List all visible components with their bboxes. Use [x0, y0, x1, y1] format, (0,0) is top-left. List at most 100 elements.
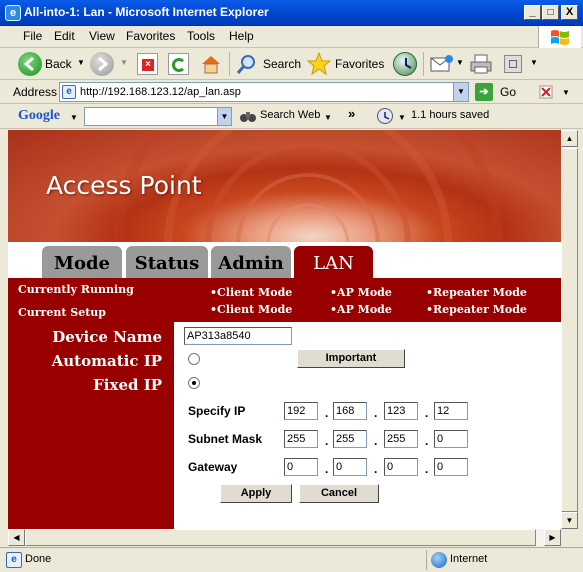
internet-zone-icon	[431, 552, 447, 568]
subnet-mask-label: Subnet Mask	[188, 432, 263, 446]
gateway-octet-3[interactable]: 0	[384, 458, 418, 476]
google-search-input[interactable]: ▼	[84, 107, 232, 126]
tab-strip: Mode Status Admin LAN	[8, 242, 561, 278]
tab-admin[interactable]: Admin	[211, 246, 291, 278]
ie-icon: e	[5, 5, 21, 21]
cancel-button[interactable]: Cancel	[299, 484, 379, 503]
gateway-octet-1[interactable]: 0	[284, 458, 318, 476]
fixed-ip-label: Fixed IP	[93, 376, 162, 394]
menu-help[interactable]: Help	[229, 29, 254, 43]
scroll-up-icon[interactable]: ▲	[561, 130, 578, 147]
automatic-ip-radio[interactable]	[188, 353, 200, 365]
page-icon: e	[62, 85, 76, 99]
vertical-scroll-thumb[interactable]	[561, 148, 578, 512]
clock-dropdown-icon[interactable]: ▼	[398, 113, 406, 122]
scroll-right-icon[interactable]: ▶	[544, 529, 561, 546]
windows-flag-icon	[551, 30, 569, 45]
links-dropdown-icon[interactable]: ▼	[562, 88, 570, 97]
refresh-icon[interactable]	[168, 53, 189, 75]
scroll-down-icon[interactable]: ▼	[561, 512, 578, 529]
google-logo[interactable]: Google	[18, 108, 60, 124]
hours-saved-text: 1.1 hours saved	[411, 109, 490, 121]
stop-icon[interactable]: ×	[137, 53, 158, 75]
back-label[interactable]: Back	[45, 57, 72, 71]
device-name-input[interactable]: AP313a8540	[184, 327, 292, 345]
search-icon[interactable]	[236, 53, 258, 75]
status-bar: e Done Internet	[0, 547, 583, 572]
edit-dropdown-icon[interactable]: ▼	[530, 58, 538, 67]
specify-ip-octet-3[interactable]: 123	[384, 402, 418, 420]
back-dropdown-icon[interactable]: ▼	[77, 58, 85, 67]
favorites-icon[interactable]	[306, 51, 332, 76]
binoculars-icon[interactable]	[240, 109, 256, 124]
horizontal-scroll-thumb[interactable]	[25, 529, 536, 546]
close-button[interactable]: X	[561, 5, 578, 20]
subnet-mask-octet-3[interactable]: 255	[384, 430, 418, 448]
setup-ap-mode[interactable]: •AP Mode	[330, 303, 392, 316]
specify-ip-octet-1[interactable]: 192	[284, 402, 318, 420]
menu-file[interactable]: File	[23, 29, 42, 43]
address-dropdown-icon[interactable]: ▼	[453, 83, 468, 101]
menu-edit[interactable]: Edit	[54, 29, 75, 43]
tab-lan[interactable]: LAN	[294, 246, 373, 278]
more-chevron-icon[interactable]: »	[348, 106, 355, 121]
ip-separator: .	[425, 462, 429, 476]
important-button[interactable]: Important	[297, 349, 405, 368]
google-toolbar: Google ▼ ▼ Search Web ▼ » ▼ 1.1 hours sa…	[0, 104, 583, 129]
address-bar: Address e http://192.168.123.12/ap_lan.a…	[0, 80, 583, 104]
subnet-mask-octet-4[interactable]: 0	[434, 430, 468, 448]
subnet-mask-octet-1[interactable]: 255	[284, 430, 318, 448]
minimize-button[interactable]: _	[524, 5, 541, 20]
search-label[interactable]: Search	[263, 57, 301, 71]
menu-favorites[interactable]: Favorites	[126, 29, 175, 43]
window-title: All-into-1: Lan - Microsoft Internet Exp…	[24, 5, 269, 19]
ip-separator: .	[325, 434, 329, 448]
vertical-scrollbar[interactable]: ▲ ▼	[561, 130, 578, 529]
tab-mode[interactable]: Mode	[42, 246, 122, 278]
forward-dropdown-icon[interactable]: ▼	[120, 58, 128, 67]
google-menu-dropdown-icon[interactable]: ▼	[70, 113, 78, 122]
address-input[interactable]: e http://192.168.123.12/ap_lan.asp ▼	[59, 82, 469, 102]
subnet-mask-octet-2[interactable]: 255	[333, 430, 367, 448]
address-label: Address	[13, 85, 58, 99]
search-web-dropdown-icon[interactable]: ▼	[324, 113, 332, 122]
menu-tools[interactable]: Tools	[187, 29, 215, 43]
search-web-button[interactable]: Search Web	[260, 109, 320, 121]
mail-dropdown-icon[interactable]: ▼	[456, 58, 464, 67]
scroll-left-icon[interactable]: ◀	[8, 529, 25, 546]
gateway-octet-2[interactable]: 0	[333, 458, 367, 476]
radio-selected-dot	[192, 381, 196, 385]
lan-form: AP313a8540 Important Specify IP 192 . 16…	[174, 322, 561, 529]
setup-client-mode[interactable]: •Client Mode	[210, 303, 292, 316]
left-frame	[0, 130, 8, 547]
history-icon[interactable]	[393, 52, 417, 76]
print-icon[interactable]	[469, 53, 493, 75]
address-url: http://192.168.123.12/ap_lan.asp	[80, 86, 241, 98]
horizontal-scrollbar[interactable]: ◀ ▶	[8, 529, 561, 546]
fixed-ip-radio[interactable]	[188, 377, 200, 389]
specify-ip-octet-4[interactable]: 12	[434, 402, 468, 420]
current-setup-label: Current Setup	[18, 306, 106, 319]
go-button[interactable]: ➔ Go	[473, 82, 523, 102]
apply-button[interactable]: Apply	[220, 484, 292, 503]
mail-icon[interactable]	[430, 54, 454, 74]
specify-ip-octet-2[interactable]: 168	[333, 402, 367, 420]
back-icon[interactable]	[18, 52, 42, 76]
banner-title: Access Point	[46, 171, 202, 200]
home-icon[interactable]	[200, 53, 222, 75]
menu-bar: File Edit View Favorites Tools Help	[0, 26, 583, 48]
ip-separator: .	[425, 406, 429, 420]
favorites-label[interactable]: Favorites	[335, 57, 384, 71]
maximize-button[interactable]: □	[542, 5, 559, 20]
setup-repeater-mode[interactable]: •Repeater Mode	[426, 303, 527, 316]
ip-separator: .	[325, 406, 329, 420]
google-search-dropdown-icon[interactable]: ▼	[217, 108, 231, 125]
menu-view[interactable]: View	[89, 29, 115, 43]
gateway-octet-4[interactable]: 0	[434, 458, 468, 476]
links-icon[interactable]	[538, 84, 556, 100]
clock-icon[interactable]	[377, 108, 393, 124]
forward-icon[interactable]	[90, 52, 114, 76]
edit-icon[interactable]	[504, 55, 522, 73]
banner: Access Point	[8, 130, 561, 242]
tab-status[interactable]: Status	[126, 246, 208, 278]
